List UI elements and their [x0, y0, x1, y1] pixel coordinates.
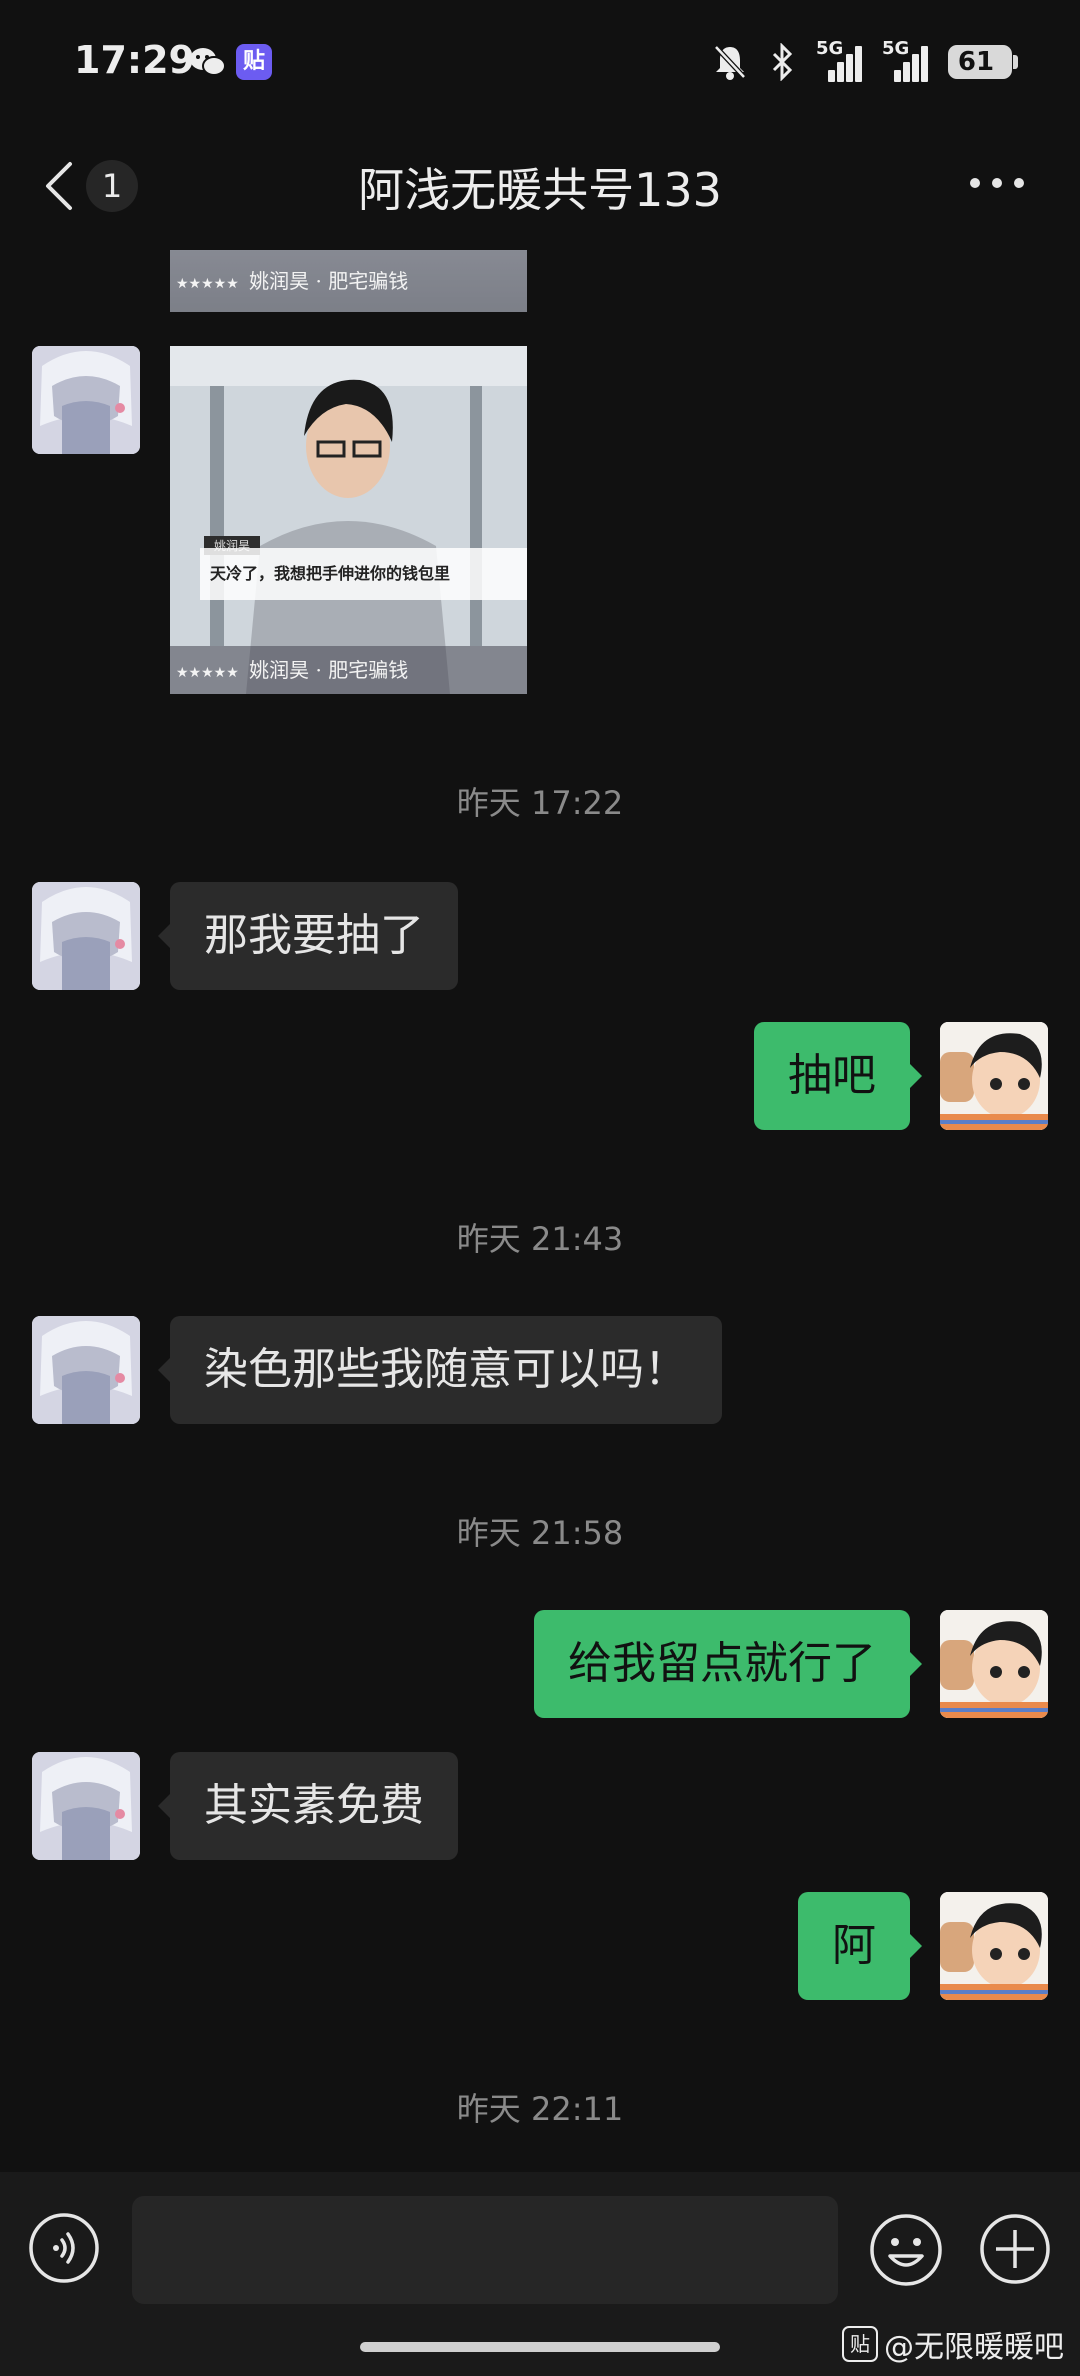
image-stars: ★★★★★	[176, 276, 239, 292]
image-caption-bar: ★★★★★ 姚润昊 · 肥宅骗钱	[170, 250, 527, 312]
outgoing-message[interactable]: 给我留点就行了	[534, 1610, 922, 1718]
image-caption: 姚润昊 · 肥宅骗钱	[249, 269, 409, 293]
avatar-anime-icon	[32, 346, 140, 454]
image-overlay-text: 天冷了，我想把手伸进你的钱包里	[200, 548, 527, 600]
my-avatar[interactable]	[940, 1022, 1048, 1130]
signal-strength-1: 5G	[816, 38, 862, 82]
plus-icon[interactable]	[978, 2212, 1052, 2286]
contact-avatar[interactable]	[32, 882, 140, 990]
timestamp: 昨天 21:43	[456, 1220, 624, 1258]
outgoing-message[interactable]: 抽吧	[754, 1022, 922, 1130]
watermark: 贴 @无限暖暖吧	[842, 2322, 1064, 2366]
avatar-cartoon-icon	[940, 1022, 1048, 1130]
network-type-label: 5G	[816, 38, 844, 59]
image-caption: 姚润昊 · 肥宅骗钱	[249, 658, 409, 682]
image-caption-bar: ★★★★★ 姚润昊 · 肥宅骗钱	[170, 646, 527, 694]
outgoing-message[interactable]: 阿	[798, 1892, 922, 2000]
tieba-app-icon: 贴	[236, 44, 272, 80]
timestamp: 昨天 21:58	[456, 1514, 624, 1552]
image-message-partial[interactable]: ★★★★★ 姚润昊 · 肥宅骗钱	[170, 250, 527, 312]
my-avatar[interactable]	[940, 1892, 1048, 2000]
incoming-message[interactable]: 染色那些我随意可以吗！	[158, 1316, 722, 1424]
signal-strength-2: 5G	[882, 38, 928, 82]
message-input[interactable]	[132, 2196, 838, 2304]
mute-bell-icon	[714, 45, 746, 80]
avatar-anime-icon	[32, 1316, 140, 1424]
bluetooth-icon	[772, 43, 793, 81]
voice-icon[interactable]	[28, 2212, 100, 2284]
avatar-cartoon-icon	[940, 1610, 1048, 1718]
more-dots-icon[interactable]	[968, 176, 1026, 190]
timestamp: 昨天 17:22	[456, 784, 624, 822]
timestamp: 昨天 22:11	[456, 2090, 624, 2128]
tieba-watermark-icon: 贴	[842, 2326, 878, 2362]
emoji-icon[interactable]	[868, 2212, 944, 2288]
avatar-anime-icon	[32, 1752, 140, 1860]
contact-avatar[interactable]	[32, 1316, 140, 1424]
photo-content	[170, 346, 527, 694]
incoming-message[interactable]: 那我要抽了	[158, 882, 458, 990]
chat-title: 阿浅无暖共号133	[358, 163, 722, 217]
battery-indicator: 61	[948, 45, 1018, 79]
status-time: 17:29	[74, 38, 195, 82]
incoming-message[interactable]: 其实素免费	[158, 1752, 458, 1860]
image-message[interactable]: 姚润昊 天冷了，我想把手伸进你的钱包里 ★★★★★ 姚润昊 · 肥宅骗钱	[170, 346, 527, 694]
contact-avatar[interactable]	[32, 346, 140, 454]
image-stars: ★★★★★	[176, 665, 239, 681]
contact-avatar[interactable]	[32, 1752, 140, 1860]
network-type-label: 5G	[882, 38, 910, 59]
battery-level: 61	[957, 47, 995, 77]
avatar-anime-icon	[32, 882, 140, 990]
status-indicators: 5G 5G 61	[712, 38, 1018, 82]
home-indicator[interactable]	[360, 2342, 720, 2352]
watermark-text: @无限暖暖吧	[884, 2330, 1064, 2365]
avatar-cartoon-icon	[940, 1892, 1048, 2000]
my-avatar[interactable]	[940, 1610, 1048, 1718]
wechat-icon	[190, 48, 226, 76]
